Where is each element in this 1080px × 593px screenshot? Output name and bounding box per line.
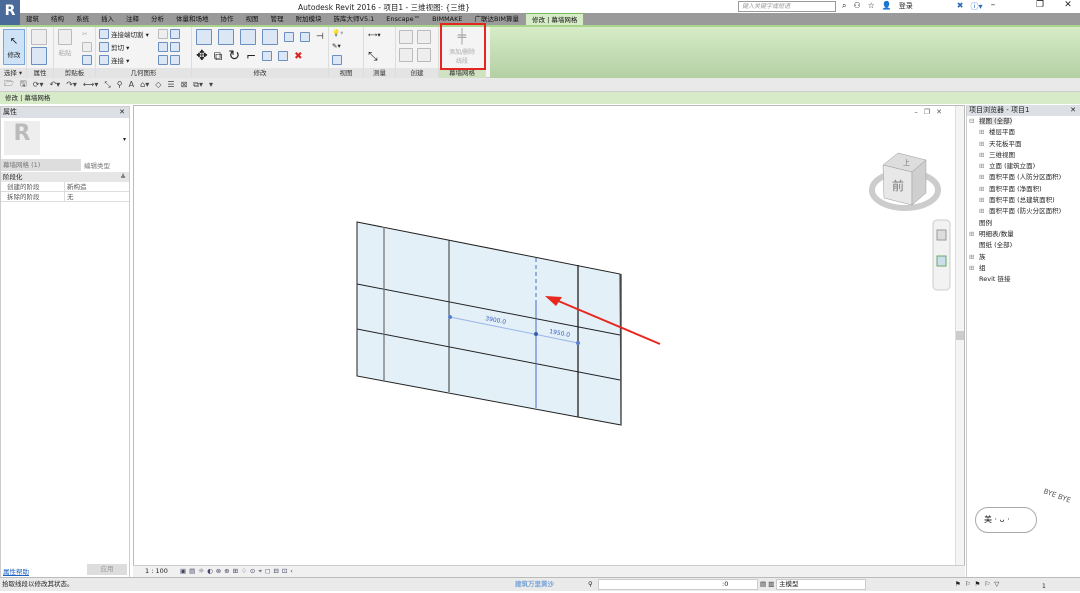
sticker-cat: BYE BYE: [1042, 487, 1072, 505]
browser-item-label: 族: [979, 252, 986, 261]
browser-item-label: 面积平面 (总建筑面积): [989, 196, 1055, 205]
expand-toggle-icon[interactable]: ⊟: [969, 116, 979, 127]
browser-item[interactable]: ⊞ 三维视图: [969, 150, 1080, 161]
browser-item[interactable]: ⊞ 明细表/数量: [969, 229, 1080, 240]
browser-item[interactable]: ⊞ 天花板平面: [969, 139, 1080, 150]
viewcube-front-face[interactable]: 前: [892, 178, 904, 193]
selection-count: 1: [1042, 583, 1046, 590]
selection-settings-icons[interactable]: ⚑⚐⚑⚐▽: [955, 578, 1003, 591]
browser-item-label: 天花板平面: [989, 139, 1022, 148]
expand-toggle-icon[interactable]: ⊞: [979, 139, 989, 150]
browser-item-label: 面积平面 (人防分区面积): [989, 173, 1062, 182]
curtain-wall[interactable]: [356, 221, 622, 426]
browser-item[interactable]: 图纸 (全部): [969, 240, 1080, 251]
dimension-grip[interactable]: [576, 341, 580, 345]
browser-item[interactable]: ⊟ 视图 (全部): [969, 116, 1080, 127]
expand-toggle-icon[interactable]: ⊞: [979, 184, 989, 195]
browser-item[interactable]: ⊞ 族: [969, 252, 1080, 263]
browser-item-label: 面积平面 (防火分区面积): [989, 207, 1062, 216]
project-browser: 项目浏览器 - 项目1 ✕ ⊟ 视图 (全部) ⊞ 楼层平面 ⊞ 天花板平面 ⊞ 三维视图 ⊞ 立面…: [966, 105, 1080, 577]
browser-item-label: 立面 (建筑立面): [989, 162, 1036, 171]
browser-item[interactable]: ⊞ 立面 (建筑立面): [969, 161, 1080, 172]
browser-tree: ⊟ 视图 (全部) ⊞ 楼层平面 ⊞ 天花板平面 ⊞ 三维视图 ⊞ 立面 (建筑立面) ⊞ 面积平面 …: [967, 116, 1080, 285]
browser-item-label: 楼层平面: [989, 128, 1015, 137]
expand-toggle-icon[interactable]: ⊞: [969, 263, 979, 274]
workset-dropdown[interactable]: [598, 579, 758, 590]
browser-item-label: 视图 (全部): [979, 117, 1013, 125]
browser-item-label: 面积平面 (净面积): [989, 184, 1042, 193]
viewcube-top-face[interactable]: 上: [903, 158, 910, 167]
browser-item[interactable]: 图例: [969, 218, 1080, 229]
browser-item-label: 组: [979, 263, 986, 272]
expand-toggle-icon[interactable]: ⊞: [979, 195, 989, 206]
workset-icon[interactable]: ⚲: [588, 578, 593, 591]
browser-item-label: 图纸 (全部): [979, 241, 1013, 250]
status-bar: 拾取线段以修改其状态。 建筑万里黄沙 ⚲ :0 ▤ ▥ 主模型 ⚑⚐⚑⚐▽ 1: [0, 577, 1080, 591]
browser-item[interactable]: ⊞ 楼层平面: [969, 127, 1080, 138]
view-control-icons[interactable]: ▣▤☼◐⊗⊕⊞♢⊙⌖◻⊟⊡‹: [180, 567, 296, 575]
browser-item-label: Revit 链接: [979, 275, 1011, 284]
browser-item[interactable]: Revit 链接: [969, 274, 1080, 285]
close-icon[interactable]: ✕: [1070, 105, 1076, 116]
status-message: 拾取线段以修改其状态。: [2, 580, 74, 588]
project-browser-header: 项目浏览器 - 项目1 ✕: [967, 105, 1080, 116]
expand-toggle-icon[interactable]: ⊞: [969, 229, 979, 240]
sticker-bubble: 美 · ᴗ ·: [975, 507, 1037, 533]
expand-toggle-icon[interactable]: ⊞: [979, 150, 989, 161]
expand-toggle-icon[interactable]: ⊞: [979, 161, 989, 172]
design-options-icon[interactable]: ▤ ▥: [760, 578, 774, 591]
expand-toggle-icon[interactable]: ⊞: [979, 172, 989, 183]
editable-only-count: :0: [722, 580, 729, 588]
steering-wheel-icon[interactable]: [936, 229, 947, 241]
watermark: 建筑万里黄沙: [515, 580, 554, 588]
browser-item-label: 图例: [979, 218, 992, 227]
browser-item[interactable]: ⊞ 面积平面 (总建筑面积): [969, 195, 1080, 206]
browser-item[interactable]: ⊞ 面积平面 (人防分区面积): [969, 172, 1080, 183]
dimension-grip[interactable]: [448, 315, 452, 319]
model-graphics: 前 上 3900.0 1950.0: [356, 152, 951, 426]
view-scale[interactable]: 1 : 100: [145, 567, 168, 575]
expand-toggle-icon[interactable]: ⊞: [969, 252, 979, 263]
view-control-bar: 1 : 100 ▣▤☼◐⊗⊕⊞♢⊙⌖◻⊟⊡‹: [133, 565, 965, 577]
browser-item[interactable]: ⊞ 面积平面 (防火分区面积): [969, 206, 1080, 217]
zoom-icon[interactable]: [936, 255, 947, 267]
expand-toggle-icon[interactable]: ⊞: [979, 206, 989, 217]
dimension-grip[interactable]: [534, 332, 538, 336]
browser-item-label: 三维视图: [989, 150, 1015, 159]
browser-item[interactable]: ⊞ 组: [969, 263, 1080, 274]
expand-toggle-icon[interactable]: ⊞: [979, 127, 989, 138]
design-option-dropdown[interactable]: 主模型: [776, 579, 866, 590]
browser-item[interactable]: ⊞ 面积平面 (净面积): [969, 184, 1080, 195]
browser-item-label: 明细表/数量: [979, 229, 1014, 238]
